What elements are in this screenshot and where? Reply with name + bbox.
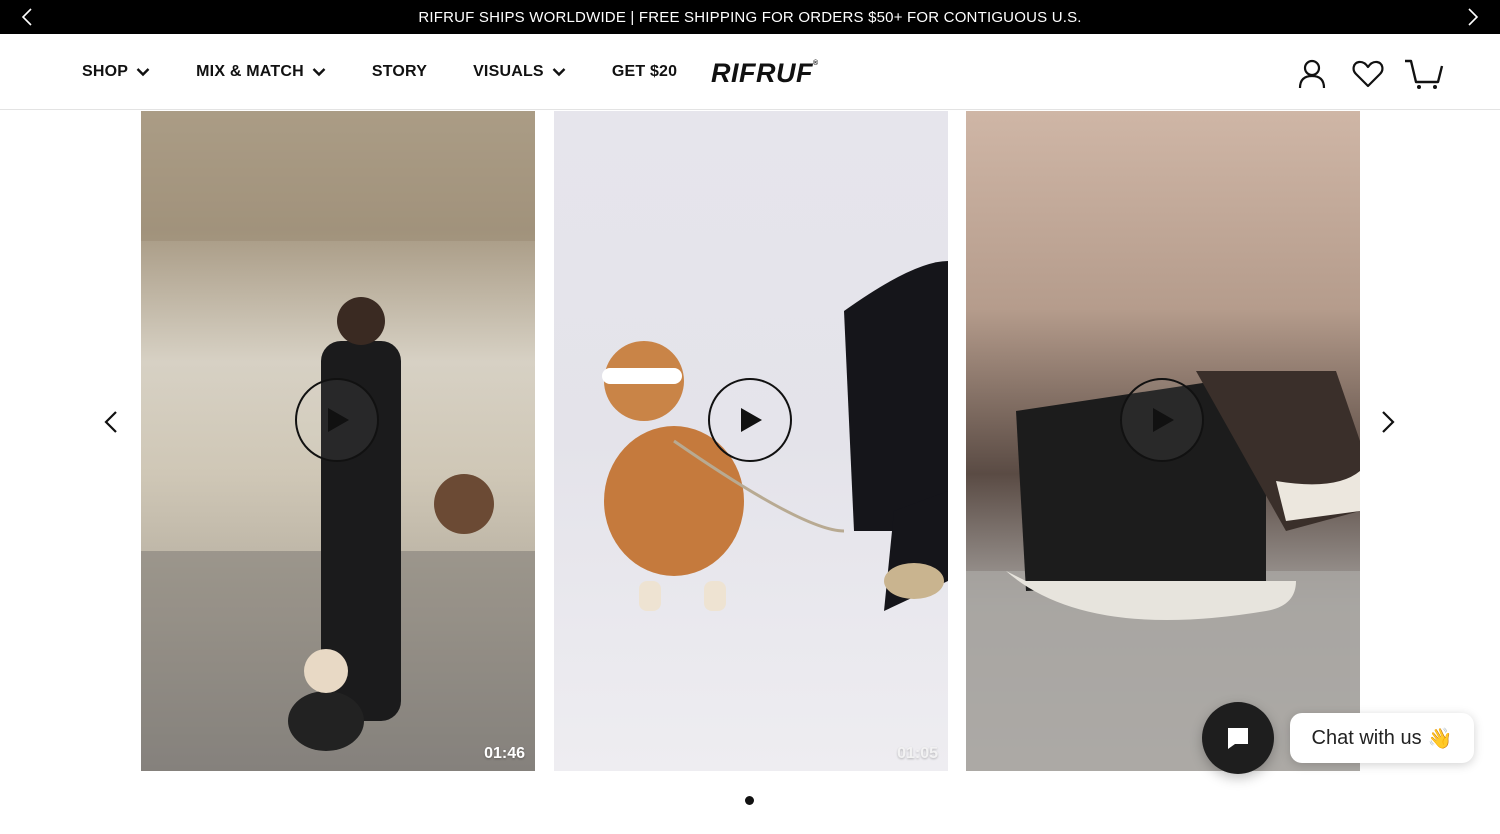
video-duration: 01:05: [897, 745, 938, 762]
carousel-pagination: [745, 796, 754, 805]
logo-text: RIFRUF: [711, 58, 813, 88]
play-button[interactable]: [708, 378, 792, 462]
video-duration: 01:46: [484, 745, 525, 762]
chevron-left-icon: [104, 411, 117, 433]
announcement-prev-button[interactable]: [10, 0, 44, 34]
announcement-next-button[interactable]: [1456, 0, 1490, 34]
brand-logo[interactable]: RIFRUF®: [711, 58, 819, 89]
nav-mix-and-match[interactable]: MIX & MATCH: [196, 63, 326, 81]
play-icon: [1153, 408, 1174, 432]
nav-get-20[interactable]: GET $20: [612, 63, 677, 81]
chevron-down-icon: [312, 67, 326, 77]
cart-button[interactable]: [1404, 54, 1444, 94]
announcement-text: RIFRUF SHIPS WORLDWIDE | FREE SHIPPING F…: [418, 8, 1082, 26]
carousel-next-button[interactable]: [1373, 407, 1403, 437]
cart-icon: [1405, 59, 1444, 89]
play-button[interactable]: [295, 378, 379, 462]
chevron-left-icon: [21, 8, 32, 26]
nav-label: VISUALS: [473, 63, 544, 80]
nav-story[interactable]: STORY: [372, 63, 427, 81]
carousel-prev-button[interactable]: [96, 407, 126, 437]
main-nav: SHOP MIX & MATCH STORY VISUALS GET $20: [82, 34, 723, 110]
nav-label: SHOP: [82, 63, 129, 80]
chat-bubble-icon: [1228, 728, 1248, 749]
site-header: SHOP MIX & MATCH STORY VISUALS GET $20 R…: [0, 34, 1500, 110]
video-carousel: 01:46 01:05: [0, 111, 1500, 834]
play-icon: [741, 408, 762, 432]
account-icon: [1298, 59, 1326, 89]
video-slide[interactable]: 01:05: [554, 111, 948, 771]
nav-shop[interactable]: SHOP: [82, 63, 150, 81]
nav-label: GET $20: [611, 63, 678, 80]
video-slide[interactable]: 01:46: [141, 111, 535, 771]
chat-with-us-button[interactable]: Chat with us 👋: [1290, 713, 1474, 763]
chevron-down-icon: [552, 67, 566, 77]
play-button[interactable]: [1120, 378, 1204, 462]
play-icon: [328, 408, 349, 432]
carousel-dot-active[interactable]: [745, 796, 754, 805]
account-button[interactable]: [1292, 54, 1332, 94]
video-slide[interactable]: [966, 111, 1360, 771]
wave-emoji-icon: 👋: [1427, 727, 1453, 750]
chat-label: Chat with us: [1311, 726, 1422, 749]
announcement-bar: RIFRUF SHIPS WORLDWIDE | FREE SHIPPING F…: [0, 0, 1500, 34]
chevron-down-icon: [136, 67, 150, 77]
chat-launcher-button[interactable]: [1202, 702, 1274, 774]
nav-label: MIX & MATCH: [196, 63, 304, 80]
nav-label: STORY: [371, 63, 428, 80]
chevron-right-icon: [1468, 8, 1479, 26]
wishlist-heart-icon: [1352, 60, 1384, 88]
registered-mark: ®: [812, 60, 819, 67]
header-actions: [1276, 54, 1444, 94]
chevron-right-icon: [1382, 411, 1395, 433]
wishlist-button[interactable]: [1348, 54, 1388, 94]
nav-visuals[interactable]: VISUALS: [473, 63, 566, 81]
